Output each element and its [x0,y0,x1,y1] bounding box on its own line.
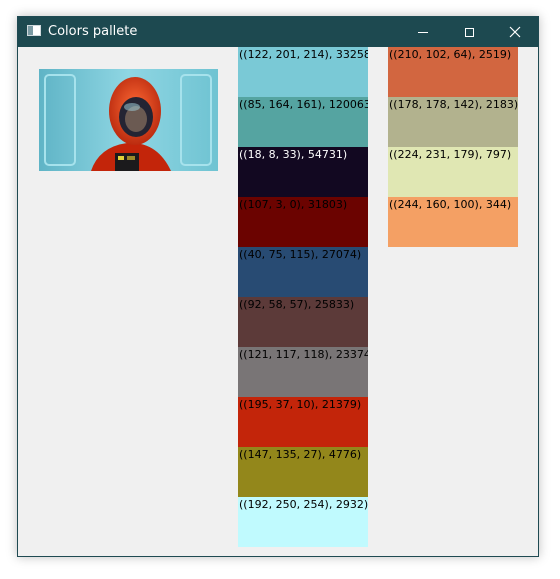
maximize-icon [464,27,474,37]
color-swatch: ((18, 8, 33), 54731) [238,147,368,197]
color-swatch: ((244, 160, 100), 344) [388,197,518,247]
color-swatch: ((85, 164, 161), 120063) [238,97,368,147]
source-image [39,69,218,171]
color-swatch: ((40, 75, 115), 27074) [238,247,368,297]
close-button[interactable] [492,17,538,47]
color-swatch: ((121, 117, 118), 23374) [238,347,368,397]
app-window: Colors pallete ((122, 201, 214), 332585)… [17,16,539,557]
color-swatch: ((195, 37, 10), 21379) [238,397,368,447]
minimize-icon [418,31,428,33]
astronaut-photo-icon [39,69,218,171]
minimize-button[interactable] [400,17,446,47]
close-icon [509,26,521,38]
color-swatch: ((210, 102, 64), 2519) [388,47,518,97]
title-bar[interactable]: Colors pallete [18,17,538,47]
color-swatch: ((178, 178, 142), 2183) [388,97,518,147]
color-swatch: ((92, 58, 57), 25833) [238,297,368,347]
color-swatch: ((147, 135, 27), 4776) [238,447,368,497]
app-icon [27,25,41,36]
color-swatch: ((224, 231, 179), 797) [388,147,518,197]
maximize-button[interactable] [446,17,492,47]
window-title: Colors pallete [48,24,138,39]
color-swatch: ((107, 3, 0), 31803) [238,197,368,247]
color-swatch: ((122, 201, 214), 332585) [238,47,368,97]
color-swatch: ((192, 250, 254), 2932) [238,497,368,547]
